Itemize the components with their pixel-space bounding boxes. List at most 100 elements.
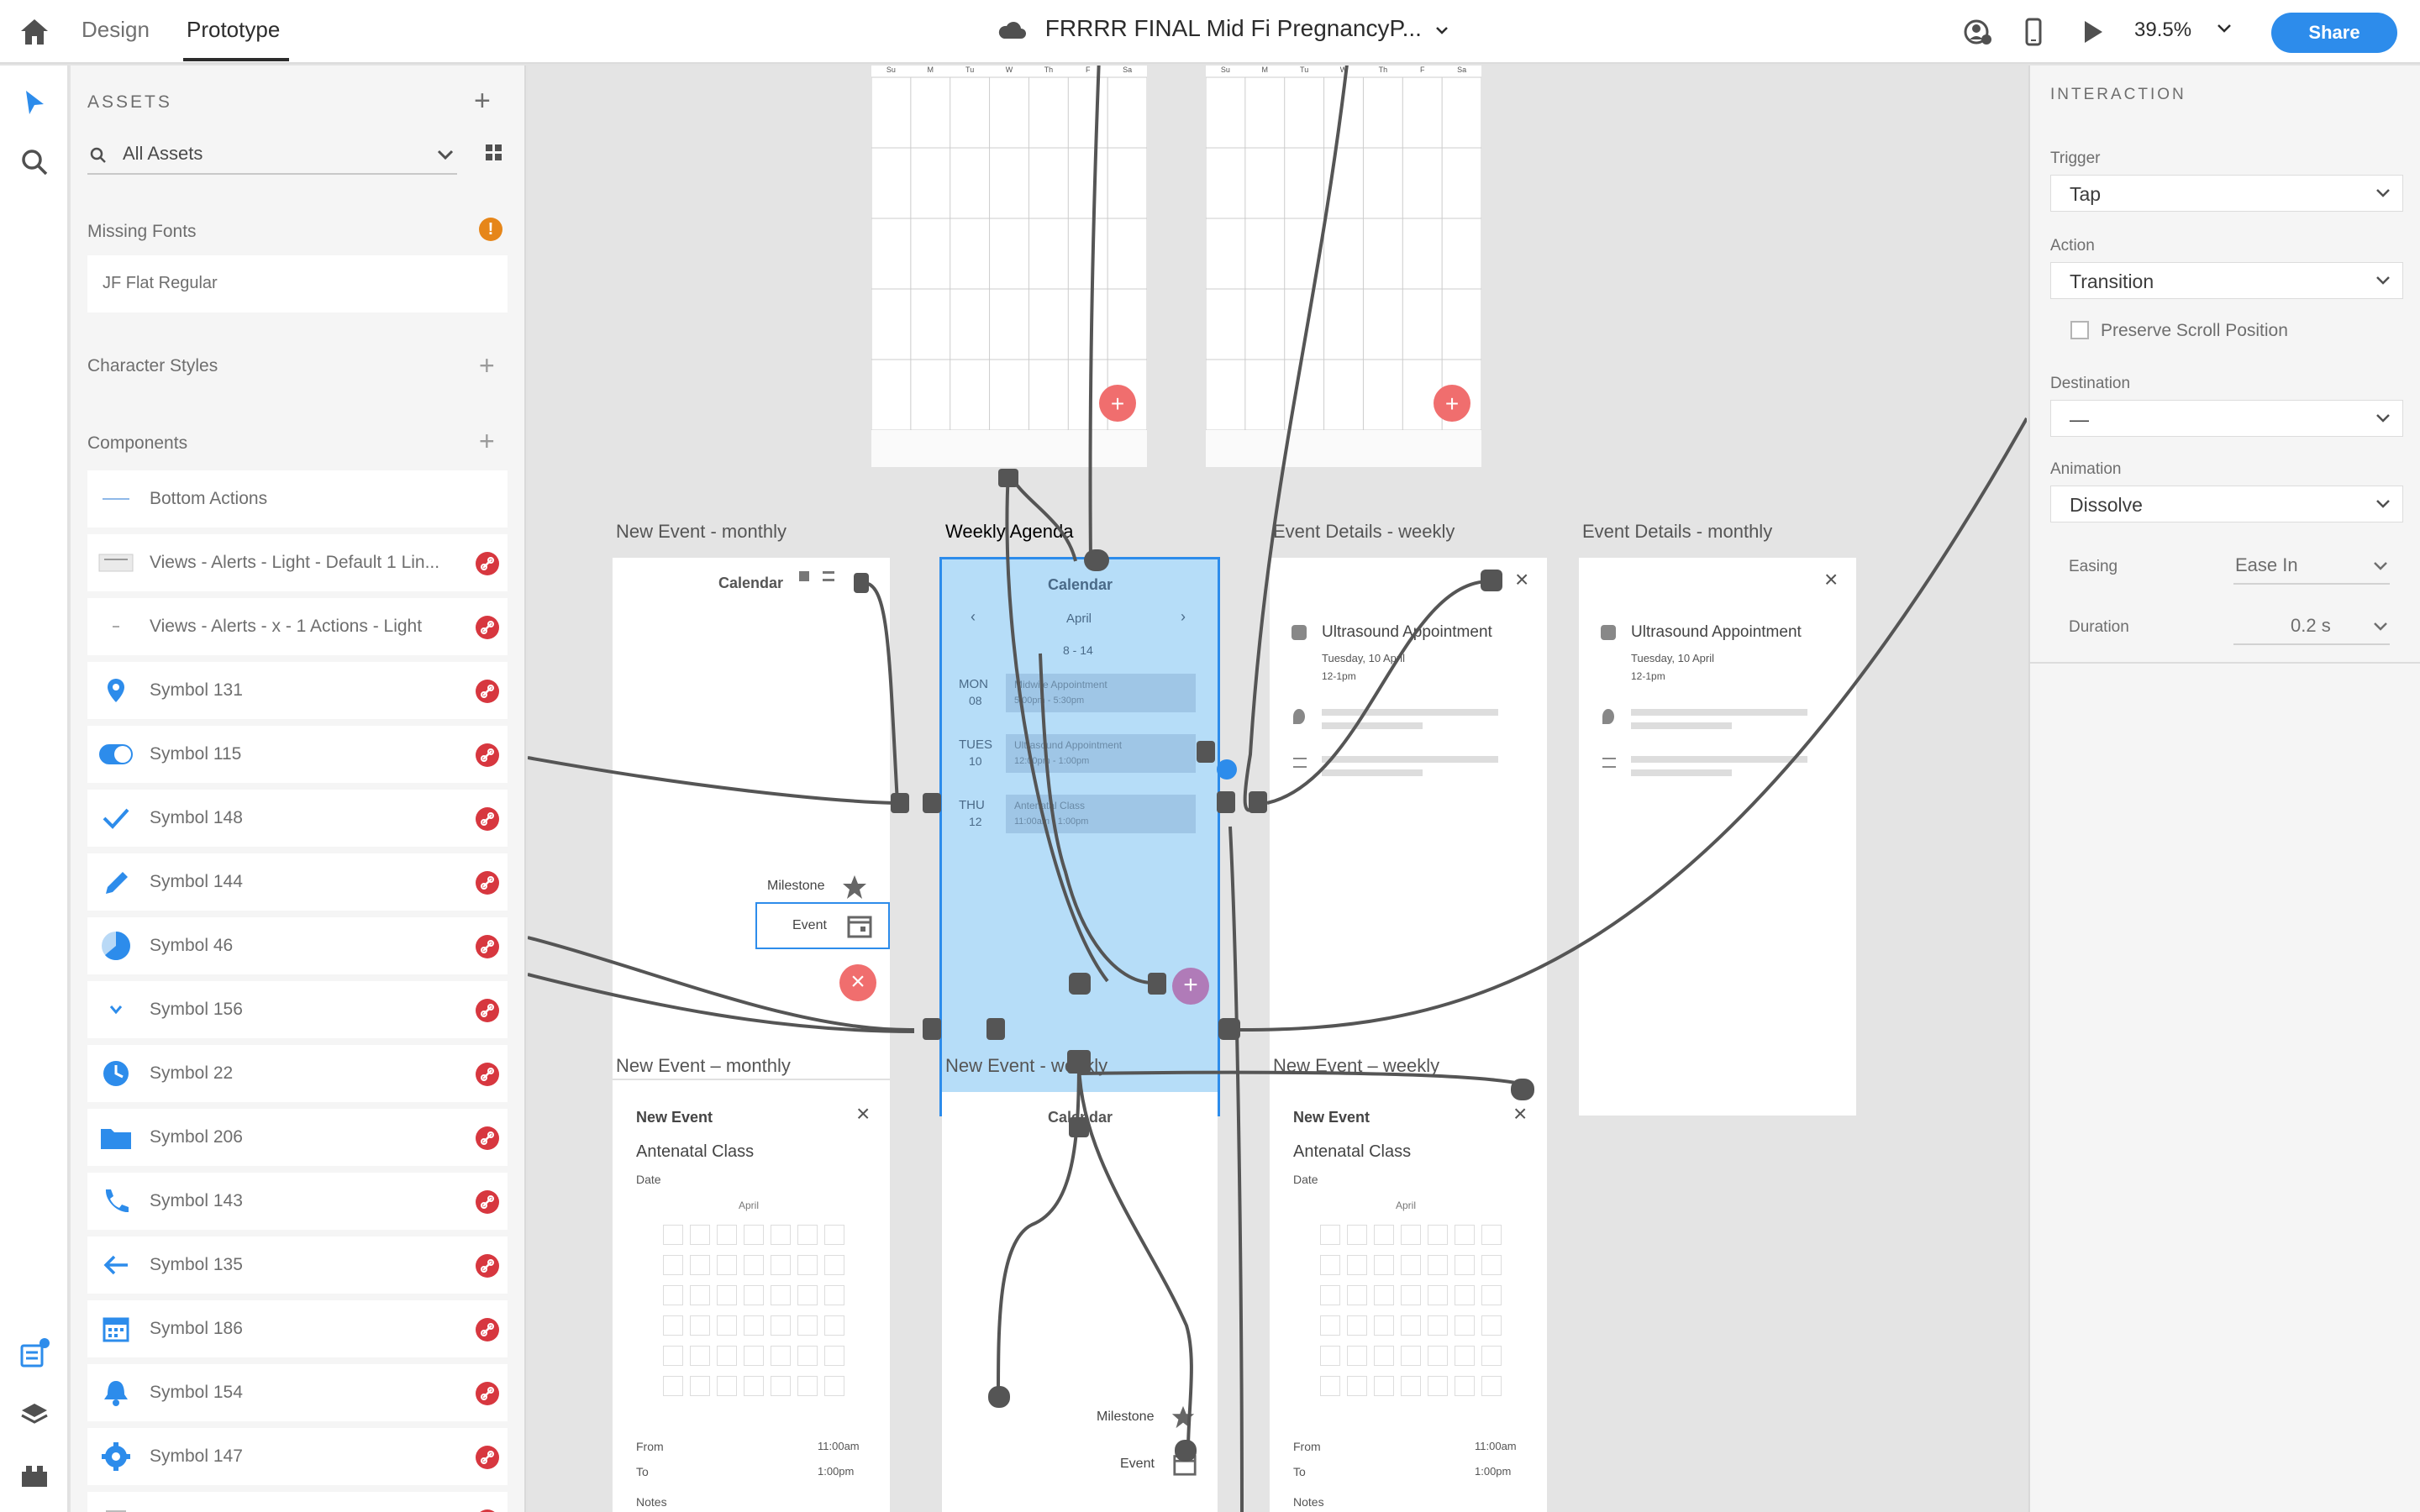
add-component-button[interactable]: + <box>479 428 495 454</box>
tab-prototype[interactable]: Prototype <box>187 17 280 43</box>
wire-handle <box>986 1018 1005 1040</box>
component-item[interactable]: Symbol 143 <box>87 1173 508 1230</box>
line-icon <box>103 498 129 500</box>
action-dropdown[interactable]: Transition <box>2050 262 2403 299</box>
broken-link-icon <box>476 680 499 703</box>
component-item[interactable]: Views - Alerts - x - 1 Actions - Light <box>87 598 508 655</box>
component-name: Symbol 156 <box>150 1000 243 1019</box>
component-item[interactable]: Symbol 144 <box>87 853 508 911</box>
search-icon <box>90 147 106 163</box>
search-icon[interactable] <box>18 146 50 178</box>
wire-handle <box>923 1018 941 1040</box>
chevron-down-icon[interactable] <box>2373 561 2388 571</box>
prototype-wires[interactable] <box>528 66 2027 1512</box>
wire <box>1266 579 1493 805</box>
preserve-scroll-label: Preserve Scroll Position <box>2101 321 2288 340</box>
wire <box>1088 66 1101 562</box>
add-asset-button[interactable]: + <box>474 87 491 115</box>
device-preview-icon[interactable] <box>2018 17 2049 47</box>
wire-handle <box>1067 1050 1091 1074</box>
destination-dropdown[interactable]: — <box>2050 400 2403 437</box>
easing-underline <box>2233 583 2390 585</box>
wire <box>863 581 899 804</box>
component-item[interactable]: Symbol 135 <box>87 1236 508 1294</box>
missing-font-item[interactable]: JF Flat Regular <box>87 255 508 312</box>
component-item[interactable]: Symbol 206 <box>87 1109 508 1166</box>
chevron-down-icon[interactable] <box>437 149 454 160</box>
play-icon[interactable] <box>2077 17 2107 47</box>
component-name: Symbol 147 <box>150 1446 243 1466</box>
wire-handle <box>1148 973 1166 995</box>
zoom-chevron-icon[interactable] <box>2217 24 2232 34</box>
wire-handle <box>998 469 1018 487</box>
component-item[interactable]: Symbol 186 <box>87 1300 508 1357</box>
chevron-down-icon <box>1435 26 1448 34</box>
wire-handle <box>1511 1079 1534 1100</box>
component-item[interactable]: Symbol 115 <box>87 726 508 783</box>
trigger-label: Trigger <box>2050 150 2101 167</box>
component-item[interactable]: Symbol 148 <box>87 790 508 847</box>
action-value: Transition <box>2070 270 2154 292</box>
generic-icon <box>106 1510 126 1512</box>
broken-link-icon <box>476 552 499 575</box>
preserve-scroll-checkbox[interactable] <box>2070 321 2089 339</box>
component-item[interactable]: Bottom Actions <box>87 470 508 528</box>
wire-handle <box>1175 1440 1197 1462</box>
wire <box>1005 471 1109 983</box>
document-title[interactable]: FRRRR FINAL Mid Fi PregnancyP... <box>997 15 1449 42</box>
layers-icon[interactable] <box>18 1399 50 1431</box>
selected-wire-handle <box>1217 759 1237 780</box>
animation-dropdown[interactable]: Dissolve <box>2050 486 2403 522</box>
home-icon[interactable] <box>18 17 50 47</box>
pencil-icon <box>106 872 128 894</box>
top-bar: Design Prototype FRRRR FINAL Mid Fi Preg… <box>0 0 2420 64</box>
broken-link-icon <box>476 935 499 958</box>
component-item[interactable]: Symbol 147 <box>87 1428 508 1485</box>
trigger-dropdown[interactable]: Tap <box>2050 175 2403 212</box>
zoom-level[interactable]: 39.5% <box>2134 18 2191 42</box>
destination-value: — <box>2070 408 2089 430</box>
select-tool-icon[interactable] <box>18 87 50 119</box>
chevron-down-icon[interactable] <box>2373 622 2388 632</box>
component-name: Symbol 144 <box>150 872 243 891</box>
wire-handle <box>1218 1018 1240 1040</box>
chevron-down-icon <box>2376 189 2390 197</box>
inspector-heading: INTERACTION <box>2050 86 2186 103</box>
cloud-icon <box>998 21 1026 39</box>
grid-view-icon[interactable] <box>484 143 504 163</box>
add-character-style-button[interactable]: + <box>479 352 495 379</box>
component-item[interactable]: Symbol 154 <box>87 1364 508 1421</box>
wire <box>997 1059 1081 1399</box>
assets-filter[interactable]: All Assets <box>87 136 457 175</box>
easing-value[interactable]: Ease In <box>2235 554 2298 576</box>
component-name: Symbol 148 <box>150 808 243 827</box>
share-button[interactable]: Share <box>2271 13 2397 53</box>
assets-library-icon[interactable] <box>18 1337 50 1369</box>
user-share-icon[interactable] <box>1963 17 1993 47</box>
design-canvas[interactable]: Su M Tu W Th F Sa + Su M Tu W Th F Sa + New Event - mo… <box>528 66 2027 1512</box>
calendar-icon <box>103 1317 129 1342</box>
component-name: Symbol 115 <box>150 744 242 764</box>
component-item[interactable]: Symbol 131 <box>87 662 508 719</box>
gear-icon <box>102 1442 130 1471</box>
component-item[interactable]: Views - Alerts - Light - Default 1 Lin..… <box>87 534 508 591</box>
broken-link-icon <box>476 1126 499 1150</box>
wire-handle <box>1481 570 1502 591</box>
wire-handle <box>1249 791 1267 813</box>
duration-label: Duration <box>2069 618 2129 636</box>
trigger-value: Tap <box>2070 183 2102 205</box>
checkmark-icon <box>103 808 129 829</box>
component-item[interactable]: Symbol 22 <box>87 1045 508 1102</box>
wire-handle <box>1197 741 1215 763</box>
chevron-down-icon <box>2376 500 2390 508</box>
component-name: Symbol 131 <box>150 680 243 700</box>
duration-value[interactable]: 0.2 s <box>2291 615 2331 637</box>
tab-design[interactable]: Design <box>82 17 150 43</box>
component-name: Symbol 22 <box>150 1063 234 1083</box>
component-item[interactable]: Symbol 2 <box>87 1492 508 1512</box>
broken-link-icon <box>476 1318 499 1341</box>
wire-handle <box>1084 549 1109 571</box>
component-item[interactable]: Symbol 156 <box>87 981 508 1038</box>
plugins-icon[interactable] <box>18 1460 50 1492</box>
component-item[interactable]: Symbol 46 <box>87 917 508 974</box>
